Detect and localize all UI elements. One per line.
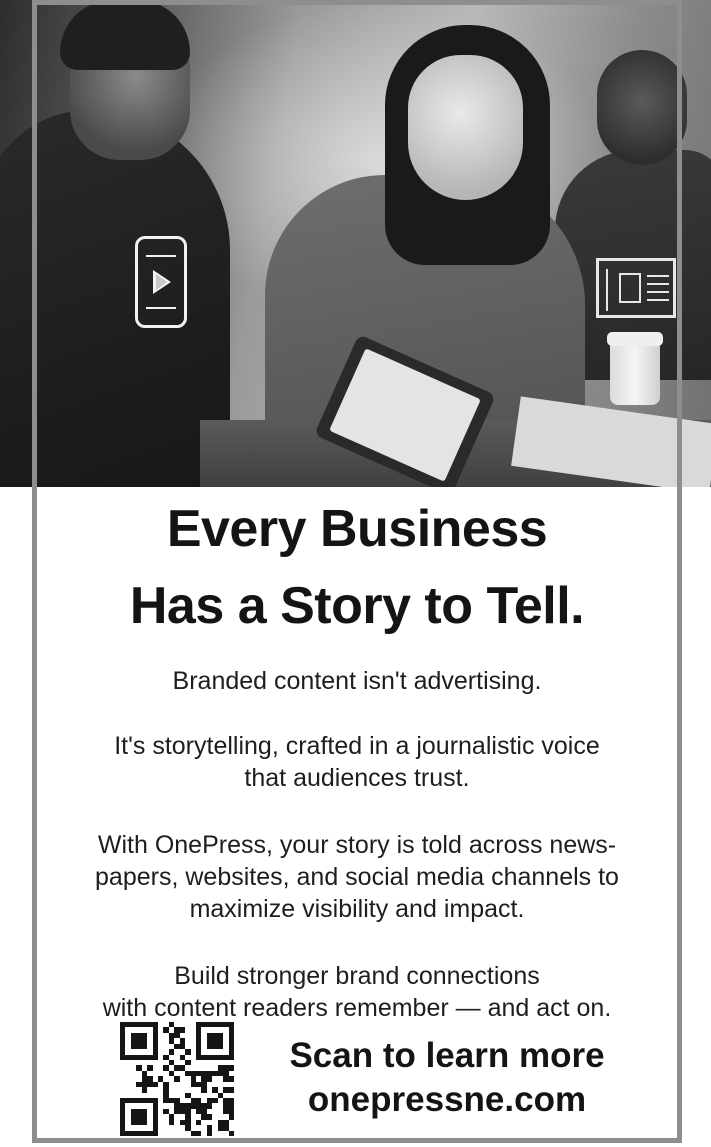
coffee-cup bbox=[607, 332, 663, 405]
body-p3-line-3: maximize visibility and impact. bbox=[189, 894, 525, 923]
cta-scan-text: Scan to learn more bbox=[289, 1036, 605, 1075]
man-right-head bbox=[597, 50, 687, 165]
ad-copy: Every Business Has a Story to Tell. Bran… bbox=[37, 487, 677, 1024]
call-to-action: Scan to learn more onepressne.com bbox=[120, 1018, 642, 1136]
body-p1-line-1: Branded content isn't advertising. bbox=[172, 666, 542, 695]
body-paragraph-1: Branded content isn't advertising. bbox=[37, 665, 677, 697]
body-p3-line-1: With OnePress, your story is told across… bbox=[97, 830, 617, 859]
headline-line-1: Every Business bbox=[166, 500, 548, 558]
play-phone-icon bbox=[135, 236, 187, 328]
ad-frame: Every Business Has a Story to Tell. Bran… bbox=[0, 0, 711, 1147]
woman-face bbox=[408, 55, 523, 200]
body-paragraph-4: Build stronger brand connections with co… bbox=[37, 960, 677, 1024]
body-paragraph-2: It's storytelling, crafted in a journali… bbox=[37, 730, 677, 794]
headline: Every Business Has a Story to Tell. bbox=[37, 487, 677, 645]
body-p4-line-1: Build stronger brand connections bbox=[174, 961, 540, 990]
man-left bbox=[0, 110, 230, 487]
hero-photo bbox=[0, 0, 711, 487]
body-p2-line-1: It's storytelling, crafted in a journali… bbox=[114, 731, 600, 760]
headline-line-2: Has a Story to Tell. bbox=[129, 576, 585, 635]
cta-url-link[interactable]: onepressne.com bbox=[252, 1078, 642, 1122]
body-p3-line-2: papers, websites, and social media chann… bbox=[95, 862, 619, 891]
body-p2-line-2: that audiences trust. bbox=[244, 763, 470, 792]
body-paragraph-3: With OnePress, your story is told across… bbox=[37, 829, 677, 925]
qr-code-icon[interactable] bbox=[120, 1022, 234, 1136]
newspaper-icon bbox=[596, 258, 676, 318]
cta-text: Scan to learn more onepressne.com bbox=[252, 1034, 642, 1122]
